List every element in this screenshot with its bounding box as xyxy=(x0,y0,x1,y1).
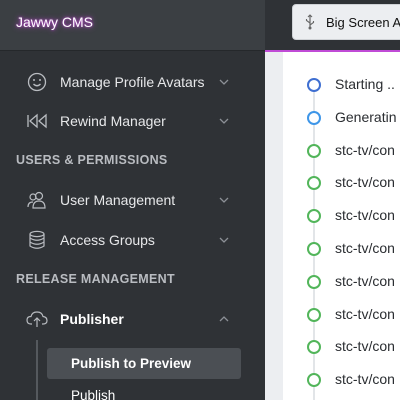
app-brand[interactable]: Jawwy CMS xyxy=(16,14,93,30)
section-title-release-management: RELEASE MANAGEMENT xyxy=(16,272,175,286)
log-entry-text: Generatin xyxy=(335,108,397,125)
sidebar-item-access-groups[interactable]: Access Groups xyxy=(0,221,265,259)
status-dot-icon xyxy=(307,176,321,191)
status-dot-icon xyxy=(307,209,321,224)
sidebar-item-label: Publisher xyxy=(60,311,124,327)
section-title-users-permissions: USERS & PERMISSIONS xyxy=(16,153,168,167)
log-entry: stc-tv/con xyxy=(265,138,400,164)
chevron-down-icon xyxy=(218,76,230,88)
main-panel: Big Screen A Starting .. Generatin stc-tv/… xyxy=(265,0,400,400)
status-dot-icon xyxy=(307,110,321,125)
log-entry: stc-tv/con xyxy=(265,367,400,393)
chevron-up-icon xyxy=(218,313,230,325)
log-entry-text: stc-tv/con xyxy=(335,305,395,322)
database-icon xyxy=(26,229,48,251)
status-dot-icon xyxy=(307,307,321,322)
sidebar-subitem-publish[interactable]: Publish xyxy=(47,380,241,400)
sidebar: Jawwy CMS Manage Profile Avatars Rewind … xyxy=(0,0,265,400)
log-entry-text: stc-tv/con xyxy=(335,207,395,224)
sidebar-item-rewind-manager[interactable]: Rewind Manager xyxy=(0,102,265,140)
chevron-down-icon xyxy=(218,115,230,127)
sidebar-subitem-label: Publish xyxy=(71,388,116,400)
log-entry: stc-tv/con xyxy=(265,203,400,229)
log-entry: stc-tv/con xyxy=(265,236,400,262)
cloud-upload-icon xyxy=(26,308,48,330)
log-entry-text: stc-tv/con xyxy=(335,174,395,191)
log-entry: stc-tv/con xyxy=(265,170,400,196)
usb-icon xyxy=(305,14,315,35)
topbar: Big Screen A xyxy=(265,0,400,50)
sidebar-item-label: Access Groups xyxy=(60,232,155,248)
log-entry: stc-tv/con xyxy=(265,269,400,295)
status-dot-icon xyxy=(307,274,321,289)
chevron-down-icon xyxy=(218,234,230,246)
smiley-icon xyxy=(26,71,48,93)
brand-bar: Jawwy CMS xyxy=(0,0,265,51)
status-dot-icon xyxy=(307,242,321,256)
log-entry: Starting .. xyxy=(265,72,400,98)
log-entry-text: stc-tv/con xyxy=(335,240,395,256)
status-dot-icon xyxy=(307,78,321,92)
users-icon xyxy=(26,189,48,211)
log-entry: stc-tv/con xyxy=(265,334,400,360)
sidebar-item-manage-profile-avatars[interactable]: Manage Profile Avatars xyxy=(0,63,265,101)
log-entry-text: Starting .. xyxy=(335,76,395,92)
submenu-guide-line xyxy=(36,340,38,400)
log-entry-text: stc-tv/con xyxy=(335,272,395,289)
sidebar-item-publisher[interactable]: Publisher xyxy=(0,300,265,338)
sidebar-item-label: Manage Profile Avatars xyxy=(60,74,205,90)
device-selector-button[interactable]: Big Screen A xyxy=(292,4,400,40)
chevron-down-icon xyxy=(218,194,230,206)
sidebar-subitem-label: Publish to Preview xyxy=(71,356,192,371)
log-entry-text: stc-tv/con xyxy=(335,371,395,388)
sidebar-item-label: User Management xyxy=(60,192,176,208)
status-dot-icon xyxy=(307,143,321,158)
sidebar-item-user-management[interactable]: User Management xyxy=(0,181,265,219)
status-dot-icon xyxy=(307,340,321,355)
sidebar-subitem-publish-to-preview[interactable]: Publish to Preview xyxy=(47,348,241,379)
rewind-icon xyxy=(26,110,48,132)
log-entry-text: stc-tv/con xyxy=(335,338,395,355)
log-entry: stc-tv/con xyxy=(265,302,400,328)
log-entry: Generatin xyxy=(265,105,400,131)
log-entry-text: stc-tv/con xyxy=(335,141,395,158)
sidebar-item-label: Rewind Manager xyxy=(60,113,166,129)
device-selector-label: Big Screen A xyxy=(326,14,400,30)
status-dot-icon xyxy=(307,373,321,388)
